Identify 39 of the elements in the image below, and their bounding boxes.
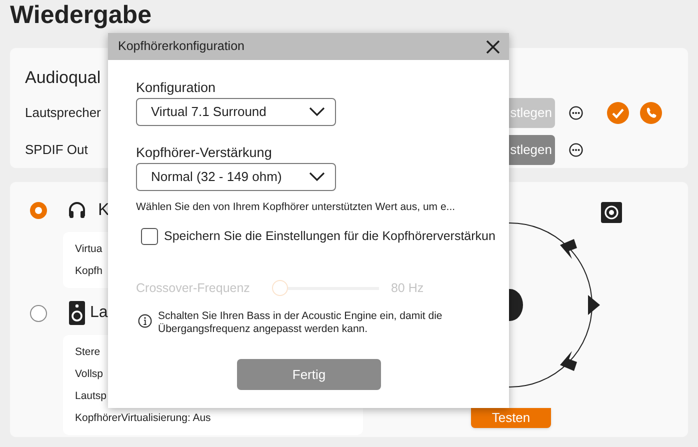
row-label: SPDIF Out <box>25 142 88 156</box>
detail-text: Stere <box>75 345 100 360</box>
detail-text: Vollsp <box>75 367 104 382</box>
detail-text: Virtua <box>75 242 102 257</box>
headphones-icon <box>67 200 87 220</box>
chevron-icon <box>309 107 325 117</box>
output-title: K <box>98 199 110 222</box>
more-icon[interactable] <box>569 142 583 156</box>
radio-button[interactable] <box>30 202 47 218</box>
section-title: Audioqual <box>25 67 101 89</box>
info-icon <box>138 314 152 328</box>
detail-text: KopfhörerVirtualisierung: Aus <box>75 411 211 426</box>
checkbox[interactable] <box>141 228 158 245</box>
dropdown[interactable]: Normal (32 - 149 ohm) <box>136 163 336 191</box>
phone-icon <box>640 102 662 124</box>
set-button[interactable]: stlegen <box>509 134 555 164</box>
field-label: Kopfhörer-Verstärkung <box>136 144 273 162</box>
output-title: La <box>90 303 108 323</box>
info-text: Schalten Sie Ihren Bass in der Acoustic Engine ein, damit die Übergangsfrequenz angepasst werden kann. <box>158 310 444 336</box>
dialog-title: Kopfhörerkonfiguration <box>118 38 244 56</box>
slider[interactable] <box>272 280 379 296</box>
speaker-icon <box>69 301 85 325</box>
detail-text: Kopfh <box>75 264 102 279</box>
dropdown[interactable]: Virtual 7.1 Surround <box>136 98 336 126</box>
radio-button[interactable] <box>30 304 47 322</box>
detail-text: Lautsp <box>75 389 107 404</box>
chevron-icon <box>309 172 325 182</box>
subwoofer-icon <box>601 202 622 223</box>
checkbox-label: Speichern Sie die Einstellungen für die Kopfhörerverstärkun <box>164 228 496 245</box>
more-icon[interactable] <box>569 106 583 120</box>
slider-label: Crossover-Frequenz <box>136 280 250 297</box>
done-button[interactable]: Fertig <box>237 359 381 390</box>
page-title: Wiedergabe <box>10 1 152 29</box>
slider-value: 80 Hz <box>390 280 424 297</box>
field-label: Konfiguration <box>136 79 217 97</box>
test-button[interactable]: Testen <box>471 408 551 428</box>
hint-text: Wählen Sie den von Ihrem Kopfhörer unterstützten Wert aus, um e... <box>136 200 456 215</box>
row-label: Lautsprecher <box>25 104 101 120</box>
close-icon[interactable] <box>485 38 501 54</box>
